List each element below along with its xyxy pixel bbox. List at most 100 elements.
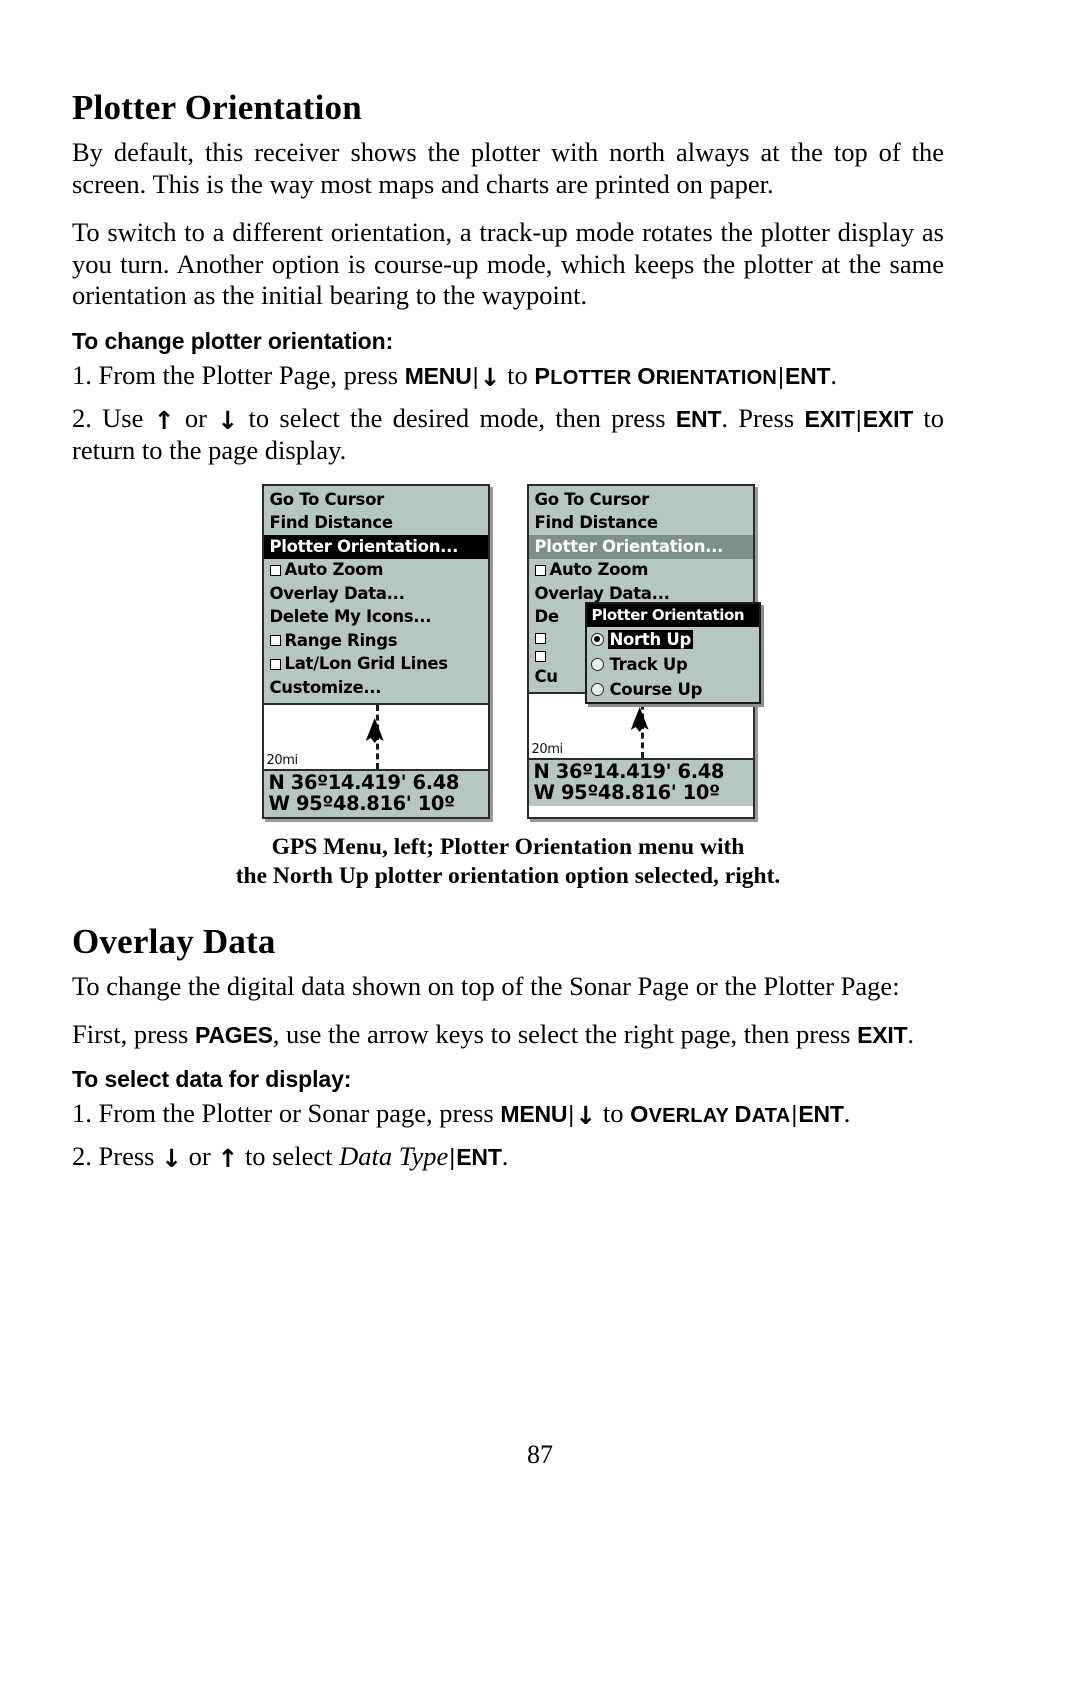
menu-target-plotter-orientation: PLOTTER ORIENTATION [534,363,777,390]
key-ent: ENT [784,363,831,390]
radio-option-course-up[interactable]: Course Up [587,677,759,702]
checkbox-icon[interactable] [269,658,281,670]
step-plotter-1-suffix: . [830,360,837,391]
figure-caption-line-2: the North Up plotter orientation option … [235,863,781,890]
boat-position-icon [630,706,649,732]
gps-menu-right: Go To Cursor Find Distance Plotter Orien… [528,486,761,704]
step-overlay-1-suffix: . [843,1098,851,1129]
device-screenshot-left: Go To Cursor Find Distance Plotter Orien… [261,484,490,820]
page-title-plotter-orientation: Plotter Orientation [72,88,362,127]
key-ent-4: ENT [456,1143,502,1170]
arrow-up-icon-2: ↑ [217,1143,239,1173]
key-exit-3: EXIT [857,1021,908,1048]
menu-item-label: Customize... [269,677,382,697]
step-plotter-1-mid: to [500,360,535,391]
menu-item-auto-zoom[interactable]: Auto Zoom [264,559,488,583]
menu-item-label: Find Distance [269,513,394,533]
key-separator-3: | [855,405,862,432]
step-plotter-2-part2: to select the desired mode, then press [238,402,676,433]
menu-item-label: Plotter Orientation... [269,536,459,556]
menu-item-auto-zoom[interactable]: Auto Zoom [529,559,753,583]
menu-item-delete-my-icons[interactable]: Delete My Icons... [264,606,488,630]
radio-unselected-icon[interactable] [590,657,604,671]
step-overlay-1-prefix: 1. From the Plotter or Sonar page, press [72,1098,501,1129]
figure-gps-menus: Go To Cursor Find Distance Plotter Orien… [72,484,944,820]
menu-item-find-distance[interactable]: Find Distance [529,512,753,536]
step-overlay-2-suffix: . [501,1140,509,1171]
key-ent-3: ENT [798,1101,844,1128]
longitude-value: W 95º48.816' 10º [533,781,721,805]
menu-item-label: Delete My Icons... [269,607,432,627]
checkbox-icon[interactable] [534,650,546,662]
key-separator: | [472,363,479,390]
paragraph-overlay-pages: First, press PAGES, use the arrow keys t… [72,1018,915,1049]
radio-option-label: Track Up [609,654,688,674]
radio-option-label: Course Up [609,679,703,699]
arrow-down-icon-3: ↓ [575,1101,597,1131]
boat-position-icon [365,717,384,743]
step-plotter-1: 1. From the Plotter Page, press MENU|↓ t… [72,359,944,391]
menu-item-range-rings[interactable]: Range Rings [264,629,488,653]
checkbox-icon[interactable] [269,564,281,576]
subhead-change-plotter-orientation: To change plotter orientation: [72,328,394,355]
data-type-italic: Data Type [339,1140,449,1171]
menu-item-find-distance[interactable]: Find Distance [264,512,488,536]
key-ent-2: ENT [675,405,722,432]
key-menu: MENU [404,363,472,390]
menu-item-label: Auto Zoom [284,560,384,580]
key-exit-2: EXIT [862,405,914,432]
menu-item-go-to-cursor[interactable]: Go To Cursor [529,488,753,512]
map-scale-label: 20mi [531,741,564,757]
menu-item-overlay-data[interactable]: Overlay Data... [264,582,488,606]
radio-unselected-icon[interactable] [590,682,604,696]
paragraph-plotter-modes: To switch to a different orientation, a … [72,216,944,311]
figure-caption: GPS Menu, left; Plotter Orientation menu… [72,833,944,891]
page-title-overlay-data: Overlay Data [72,921,276,961]
menu-item-label: Plotter Orientation... [534,536,724,556]
step-plotter-2: 2. Use ↑ or ↓ to select the desired mode… [72,402,944,467]
document-page: Plotter Orientation By default, this rec… [0,0,1080,1682]
radio-option-label: North Up [607,629,693,649]
step-plotter-1-prefix: 1. From the Plotter Page, press [72,360,405,391]
plotter-map-area-left: 20mi [263,704,488,771]
checkbox-icon[interactable] [269,635,281,647]
menu-item-label: Go To Cursor [534,489,650,509]
menu-item-label: Go To Cursor [269,489,385,509]
radio-option-north-up[interactable]: North Up [587,627,759,652]
menu-item-lat-lon-grid-lines[interactable]: Lat/Lon Grid Lines [264,653,488,677]
step-overlay-2-part2: to select [238,1140,340,1171]
radio-option-track-up[interactable]: Track Up [587,652,759,677]
step-overlay-2-or: or [182,1140,218,1171]
menu-item-go-to-cursor[interactable]: Go To Cursor [264,488,488,512]
plotter-orientation-submenu: Plotter Orientation North Up Track Up Co… [584,602,761,704]
page-content: Plotter Orientation By default, this rec… [72,88,944,1182]
menu-item-plotter-orientation[interactable]: Plotter Orientation... [528,535,753,559]
device-screenshot-right: Go To Cursor Find Distance Plotter Orien… [526,484,761,820]
menu-item-label: Range Rings [284,630,398,650]
key-menu-2: MENU [500,1101,568,1128]
key-separator-2: | [777,363,784,390]
paragraph-plotter-default: By default, this receiver shows the plot… [72,137,944,199]
menu-item-customize[interactable]: Customize... [264,676,488,700]
menu-target-overlay-data: OVERLAY DATA [630,1101,791,1128]
step-overlay-1-mid: to [596,1098,631,1129]
step-overlay-1: 1. From the Plotter or Sonar page, press… [72,1097,944,1129]
page-number: 87 [527,1440,553,1469]
paragraph-overlay-intro: To change the digital data shown on top … [72,970,900,1001]
radio-selected-icon[interactable] [590,632,604,646]
menu-item-label: Lat/Lon Grid Lines [284,654,449,674]
arrow-down-icon-4: ↓ [161,1143,183,1173]
menu-item-label: Find Distance [534,513,659,533]
checkbox-icon[interactable] [534,632,546,644]
key-pages: PAGES [194,1021,273,1048]
submenu-title: Plotter Orientation [586,604,759,627]
menu-item-label: Overlay Data... [534,583,670,603]
arrow-down-icon: ↓ [479,363,501,393]
arrow-down-icon-2: ↓ [217,405,239,435]
step-plotter-2-or: or [174,402,218,433]
coordinate-readout-left: N 36º14.419' 6.48 W 95º48.816' 10º [263,770,488,818]
subhead-select-data-for-display: To select data for display: [72,1066,352,1093]
menu-item-plotter-orientation[interactable]: Plotter Orientation... [263,535,488,559]
checkbox-icon[interactable] [534,564,546,576]
step-overlay-2-part1: 2. Press [72,1140,162,1171]
